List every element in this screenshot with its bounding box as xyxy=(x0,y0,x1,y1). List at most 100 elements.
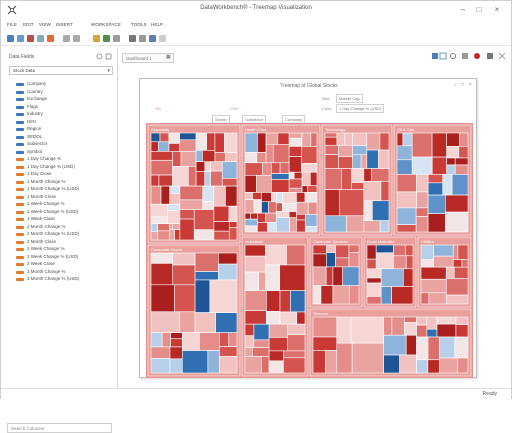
treemap-tile[interactable] xyxy=(446,132,460,147)
tab-dashboard[interactable]: Dashboard 1 ▦ xyxy=(122,53,174,63)
color-field[interactable]: 1 Day Change % (USD) xyxy=(336,104,385,113)
treemap-tile[interactable] xyxy=(159,132,170,143)
menu-workspace[interactable]: WORKSPACE xyxy=(91,22,121,27)
treemap-tile[interactable] xyxy=(169,223,173,230)
treemap-tile[interactable] xyxy=(446,157,456,166)
treemap-tile[interactable] xyxy=(427,336,440,361)
treemap-tile[interactable] xyxy=(455,316,469,325)
treemap-tile[interactable] xyxy=(379,132,390,151)
treemap-tile[interactable] xyxy=(158,174,173,187)
treemap-tile[interactable] xyxy=(446,146,460,159)
treemap-tile[interactable] xyxy=(445,266,455,279)
treemap-tile[interactable] xyxy=(338,189,365,217)
treemap-tile[interactable] xyxy=(455,324,469,338)
treemap-tile[interactable] xyxy=(324,132,338,138)
treemap-tile[interactable] xyxy=(172,252,196,266)
treemap-tile[interactable] xyxy=(288,171,295,180)
treemap-tile[interactable] xyxy=(174,229,181,241)
treemap-tile[interactable] xyxy=(169,358,183,374)
treemap-tile[interactable] xyxy=(324,168,342,190)
treemap-tile[interactable] xyxy=(431,132,447,158)
treemap-tile[interactable] xyxy=(215,312,238,333)
treemap-tile[interactable] xyxy=(335,244,350,259)
minimize-button[interactable]: – xyxy=(456,4,470,15)
treemap-tile[interactable] xyxy=(228,227,238,241)
treemap-tile[interactable] xyxy=(420,278,447,294)
treemap-tile[interactable] xyxy=(348,252,360,268)
treemap-tile[interactable] xyxy=(257,222,268,233)
treemap-tile[interactable] xyxy=(210,170,223,187)
treemap-tile[interactable] xyxy=(288,156,302,173)
treemap-tile[interactable] xyxy=(250,212,258,220)
treemap-tile[interactable] xyxy=(202,185,215,202)
treemap-tile[interactable] xyxy=(166,203,181,211)
treemap-tile[interactable] xyxy=(282,202,297,212)
treemap-tile[interactable] xyxy=(396,191,418,209)
treemap-tile[interactable] xyxy=(351,342,385,374)
treemap-tile[interactable] xyxy=(366,132,381,151)
treemap-tile[interactable] xyxy=(396,159,413,175)
field-item[interactable]: 1 Day Change % xyxy=(12,156,114,164)
treemap-tile[interactable] xyxy=(221,161,238,179)
treemap-tile[interactable] xyxy=(244,244,266,257)
treemap-tile[interactable] xyxy=(179,311,196,333)
treemap-tile[interactable] xyxy=(288,137,303,147)
treemap-tile[interactable] xyxy=(452,244,459,260)
treemap-tile[interactable] xyxy=(257,212,266,223)
treemap-tile[interactable] xyxy=(289,217,297,233)
alert-icon[interactable] xyxy=(474,53,480,59)
treemap-tile[interactable] xyxy=(312,350,326,374)
treemap-tile[interactable] xyxy=(346,215,365,233)
chart-icon[interactable] xyxy=(37,35,44,42)
treemap-tile[interactable] xyxy=(195,161,206,172)
treemap-tile[interactable] xyxy=(312,253,327,268)
field-item[interactable]: Country xyxy=(12,89,114,97)
treemap-tile[interactable] xyxy=(415,216,429,233)
treemap-tile[interactable] xyxy=(219,356,238,374)
treemap-tile[interactable] xyxy=(336,132,346,146)
treemap-tile[interactable] xyxy=(268,323,288,338)
treemap-tile[interactable] xyxy=(261,356,270,374)
treemap-tile[interactable] xyxy=(288,178,303,189)
treemap-tile[interactable] xyxy=(404,322,417,336)
treemap-tile[interactable] xyxy=(366,258,377,270)
treemap-tile[interactable] xyxy=(244,271,259,291)
treemap-tile[interactable] xyxy=(338,144,353,157)
treemap-tile[interactable] xyxy=(228,205,238,222)
treemap-tile[interactable] xyxy=(360,154,368,169)
treemap-tile[interactable] xyxy=(396,207,417,225)
treemap-tile[interactable] xyxy=(451,174,469,196)
treemap-tile[interactable] xyxy=(279,162,290,174)
treemap-tile[interactable] xyxy=(253,199,262,214)
treemap-tile[interactable] xyxy=(420,259,434,268)
grid-icon[interactable] xyxy=(439,52,447,60)
treemap-tile[interactable] xyxy=(179,139,197,152)
treemap-tile[interactable] xyxy=(169,229,175,241)
treemap-tile[interactable] xyxy=(160,185,171,205)
treemap-tile[interactable] xyxy=(439,336,456,359)
treemap-tile[interactable] xyxy=(228,221,238,229)
treemap-tile[interactable] xyxy=(325,350,338,374)
treemap-tile[interactable] xyxy=(172,166,189,187)
treemap-tile[interactable] xyxy=(332,266,343,286)
field-item[interactable]: 1 Week Close xyxy=(12,216,114,224)
treemap-tile[interactable] xyxy=(366,296,382,305)
treemap-tile[interactable] xyxy=(433,255,454,268)
treemap-tile[interactable] xyxy=(366,149,379,169)
field-item[interactable]: 2 Week Change % (USD) xyxy=(12,254,114,262)
fit-icon[interactable] xyxy=(462,53,468,59)
treemap-tile[interactable] xyxy=(372,200,390,221)
treemap-tile[interactable] xyxy=(279,311,298,325)
treemap-tile[interactable] xyxy=(271,179,290,193)
treemap-tile[interactable] xyxy=(179,199,204,210)
treemap-tile[interactable] xyxy=(150,203,168,218)
panel-options-icon[interactable] xyxy=(96,53,114,60)
treemap-tile[interactable] xyxy=(350,316,385,344)
menu-insert[interactable]: INSERT xyxy=(56,22,73,27)
treemap-tile[interactable] xyxy=(150,141,159,152)
treemap-tile[interactable] xyxy=(427,194,446,214)
treemap-tile[interactable] xyxy=(150,223,158,233)
treemap-tile[interactable] xyxy=(404,316,417,323)
treemap-tile[interactable] xyxy=(411,132,433,158)
panel-close-icon[interactable]: × xyxy=(469,82,472,88)
